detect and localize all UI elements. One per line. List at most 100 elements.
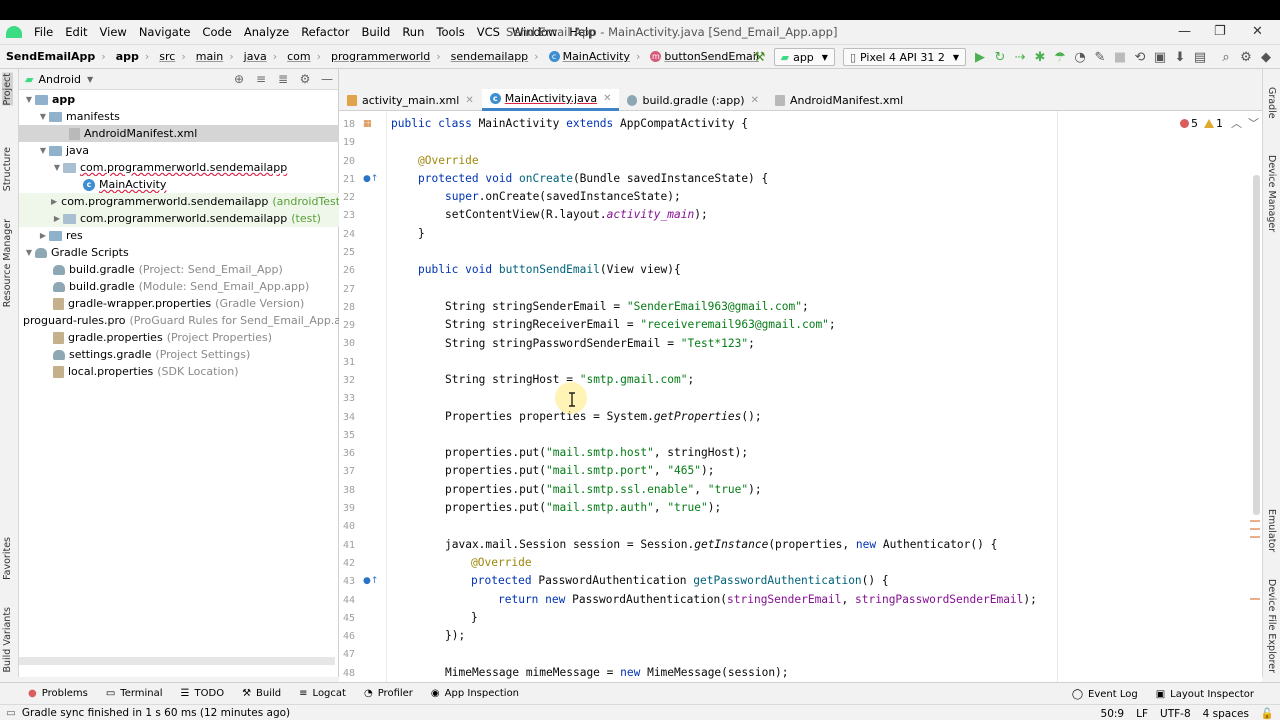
device-select[interactable]: ▯ Pixel 4 API 31 2 ▼ (842, 48, 966, 66)
emulator-tool-tab[interactable]: Emulator (1266, 509, 1277, 552)
logcat-tool-button[interactable]: ≡ Logcat (289, 688, 354, 699)
status-toggle-icon[interactable]: ▭ (6, 707, 16, 719)
run-config-select[interactable]: ▰ app ▼ (773, 48, 835, 66)
file-encoding[interactable]: UTF-8 (1154, 708, 1197, 720)
menu-view[interactable]: View (94, 25, 133, 39)
error-stripe-marker[interactable] (1250, 598, 1260, 600)
breadcrumb-method[interactable]: m buttonSendEmail (644, 50, 763, 63)
favorites-tool-tab[interactable]: Favorites (2, 537, 13, 580)
breadcrumb-sendemailapp[interactable]: sendemailapp › (445, 50, 543, 63)
close-icon[interactable]: ✕ (603, 93, 611, 104)
tree-item-local-properties[interactable]: local.properties (SDK Location) (19, 363, 339, 380)
menu-vcs[interactable]: VCS (471, 25, 506, 39)
tree-item-gradle-wrapper[interactable]: gradle-wrapper.properties (Gradle Version… (19, 295, 339, 312)
hammer-build-icon[interactable]: ⚒ (750, 50, 770, 65)
gear-icon[interactable]: ⚙ (294, 72, 316, 86)
app-inspection-tool-button[interactable]: ◉ App Inspection (421, 688, 527, 699)
close-icon[interactable]: ✕ (751, 95, 759, 106)
code-editor[interactable]: public class MainActivity extends AppCom… (387, 111, 1262, 682)
editor-vertical-scrollbar[interactable] (1253, 175, 1260, 515)
apply-code-changes-icon[interactable]: ⇢ (1010, 50, 1030, 65)
problems-tool-button[interactable]: ● Problems (0, 688, 96, 699)
tab-activity-main-xml[interactable]: activity_main.xml ✕ (339, 89, 482, 111)
menu-navigate[interactable]: Navigate (133, 25, 197, 39)
inspection-widget[interactable]: 5 1 ︿ ﹀ (1180, 115, 1259, 131)
build-variants-tool-tab[interactable]: Build Variants (2, 607, 13, 673)
tree-item-gradle-properties[interactable]: gradle.properties (Project Properties) (19, 329, 339, 346)
hide-icon[interactable]: — (316, 72, 338, 86)
profiler-tool-button[interactable]: ◔ Profiler (354, 688, 421, 699)
breadcrumb-src[interactable]: src › (153, 50, 189, 63)
menu-refactor[interactable]: Refactor (295, 25, 355, 39)
tab-mainactivity-java[interactable]: c MainActivity.java ✕ (481, 89, 620, 111)
breadcrumb-com[interactable]: com › (281, 50, 325, 63)
profile-icon[interactable]: ◔ (1070, 50, 1090, 65)
override-marker-icon[interactable]: ●↑ (363, 174, 378, 184)
menu-build[interactable]: Build (355, 25, 396, 39)
editor-gutter[interactable]: 18 ▦ 19 20 21 ●↑ 22 23 24 25 26 27 28 29… (339, 111, 387, 682)
tree-item-package-main[interactable]: ▼ com.programmerworld.sendemailapp (19, 159, 339, 176)
tree-item-gradle-scripts[interactable]: ▼ Gradle Scripts (19, 244, 339, 261)
menu-file[interactable]: File (28, 25, 59, 39)
tab-build-gradle[interactable]: build.gradle (:app) ✕ (619, 89, 766, 111)
attach-debugger-icon[interactable]: ✎ (1090, 50, 1110, 65)
account-icon[interactable]: ◆ (1256, 50, 1276, 65)
error-stripe-marker[interactable] (1250, 520, 1260, 522)
tab-androidmanifest[interactable]: AndroidManifest.xml (767, 89, 911, 111)
class-marker-icon[interactable]: ▦ (363, 119, 373, 129)
minimize-icon[interactable]: — (1178, 24, 1191, 39)
device-manager-tool-tab[interactable]: Device Manager (1266, 155, 1277, 232)
device-file-explorer-tool-tab[interactable]: Device File Explorer (1266, 579, 1277, 673)
gradle-tool-tab[interactable]: Gradle (1266, 87, 1277, 119)
restore-icon[interactable]: ❐ (1214, 24, 1226, 39)
breadcrumb-programmerworld[interactable]: programmerworld › (325, 50, 445, 63)
chevron-down-icon[interactable]: ▼ (87, 75, 93, 84)
search-icon[interactable]: ⌕ (1216, 50, 1236, 65)
menu-tools[interactable]: Tools (430, 25, 470, 39)
expand-all-icon[interactable]: ≡ (250, 72, 272, 86)
menu-code[interactable]: Code (196, 25, 237, 39)
debug-icon[interactable]: ✱ (1030, 50, 1050, 65)
lock-icon[interactable]: 🔓 (1255, 707, 1280, 720)
layout-inspector-tool-button[interactable]: ▣ Layout Inspector (1146, 689, 1262, 700)
build-tool-button[interactable]: ⚒ Build (232, 688, 289, 699)
error-stripe-marker[interactable] (1250, 528, 1260, 530)
breadcrumb-main[interactable]: main › (190, 50, 238, 63)
tree-item-java[interactable]: ▼ java (19, 142, 339, 159)
project-view-select[interactable]: Android (38, 73, 81, 86)
tree-item-package-test[interactable]: ▶ com.programmerworld.sendemailapp (test) (19, 210, 339, 227)
chevron-up-icon[interactable]: ︿ (1231, 115, 1242, 131)
stop-icon[interactable]: ■ (1110, 50, 1130, 65)
run-icon[interactable]: ▶ (970, 50, 990, 65)
tree-item-res[interactable]: ▶ res (19, 227, 339, 244)
menu-run[interactable]: Run (396, 25, 430, 39)
menu-analyze[interactable]: Analyze (238, 25, 295, 39)
indent-setting[interactable]: 4 spaces (1197, 708, 1255, 720)
close-icon[interactable]: ✕ (1252, 24, 1263, 39)
sdk-manager-icon[interactable]: ⬇ (1170, 50, 1190, 65)
tree-item-proguard[interactable]: proguard-rules.pro (ProGuard Rules for Se… (19, 312, 339, 329)
coverage-icon[interactable]: ☂ (1050, 50, 1070, 65)
tree-item-build-gradle-project[interactable]: build.gradle (Project: Send_Email_App) (19, 261, 339, 278)
menu-edit[interactable]: Edit (59, 25, 93, 39)
breadcrumb-mainactivity[interactable]: c MainActivity › (543, 50, 645, 63)
collapse-all-icon[interactable]: ≣ (272, 72, 294, 86)
tree-item-build-gradle-module[interactable]: build.gradle (Module: Send_Email_App.app) (19, 278, 339, 295)
close-icon[interactable]: ✕ (465, 95, 473, 106)
line-separator[interactable]: LF (1130, 708, 1154, 720)
layout-inspector-icon[interactable]: ▤ (1190, 50, 1210, 65)
terminal-tool-button[interactable]: ▭ Terminal (96, 688, 171, 699)
project-tool-tab[interactable]: Project (2, 73, 13, 106)
tree-item-package-androidtest[interactable]: ▶ com.programmerworld.sendemailapp (androi… (19, 193, 339, 210)
gear-icon[interactable]: ⚙ (1236, 50, 1256, 65)
tree-item-androidmanifest[interactable]: AndroidManifest.xml (19, 125, 339, 142)
breadcrumb-app[interactable]: app › (110, 50, 154, 63)
override-marker-icon[interactable]: ●↑ (363, 576, 378, 586)
event-log-tool-button[interactable]: ◯ Event Log (1062, 689, 1146, 700)
device-manager-icon[interactable]: ▣ (1150, 50, 1170, 65)
error-stripe-marker[interactable] (1250, 536, 1260, 538)
tree-item-settings-gradle[interactable]: settings.gradle (Project Settings) (19, 346, 339, 363)
apply-changes-icon[interactable]: ↻ (990, 50, 1010, 65)
tree-item-app[interactable]: ▼ app (19, 91, 339, 108)
horizontal-scrollbar[interactable] (19, 657, 335, 665)
